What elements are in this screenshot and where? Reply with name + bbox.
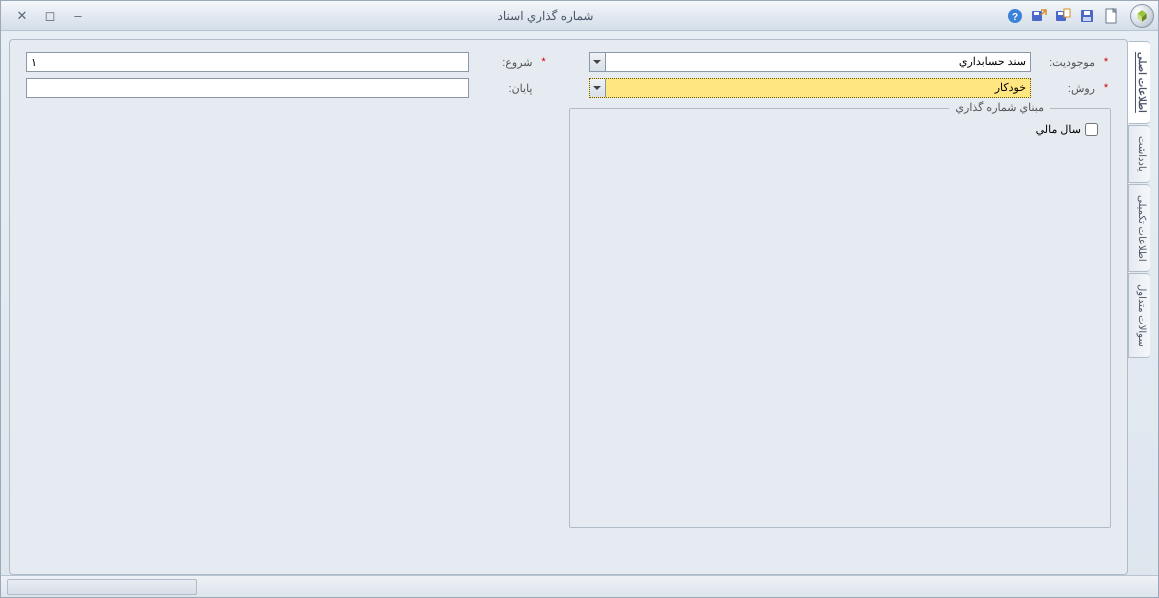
form-col-right: * موجوديت: سند حسابداري * روش: [589,52,1112,98]
end-label: پايان: [475,82,533,95]
svg-text:?: ? [1012,12,1018,23]
statusbar [1,575,1158,597]
entity-dropdown-button[interactable] [590,53,606,71]
row-method: * روش: خودکار [589,78,1112,98]
minimize-button[interactable]: ‒ [69,7,87,25]
close-button[interactable]: ✕ [13,7,31,25]
window-root: ? شماره گذاري اسناد ‒ ◻ ✕ اطلاعات اصلی ی… [0,0,1159,598]
window-title: شماره گذاري اسناد [87,9,1004,23]
side-tabs: اطلاعات اصلی یادداشت اطلاعات تکمیلی سوال… [1128,39,1150,575]
end-input[interactable] [26,78,469,98]
entity-label: موجوديت: [1037,56,1095,69]
content-area: اطلاعات اصلی یادداشت اطلاعات تکمیلی سوال… [1,31,1158,575]
form-col-left: * شروع: * پايان: [26,52,549,98]
start-label: شروع: [475,56,533,69]
save-button[interactable] [1076,5,1098,27]
fieldset-area: مبناي شماره گذاري سال مالي [569,108,1112,528]
row-end: * پايان: [26,78,549,98]
method-label: روش: [1037,82,1095,95]
save-new-button[interactable] [1052,5,1074,27]
fiscal-year-row: سال مالي [582,119,1099,140]
entity-value: سند حسابداري [606,53,1031,71]
fieldset-legend: مبناي شماره گذاري [949,101,1050,114]
save-close-button[interactable] [1028,5,1050,27]
main-panel: * موجوديت: سند حسابداري * روش: [9,39,1128,575]
row-start: * شروع: [26,52,549,72]
tab-faq[interactable]: سوالات متداول [1128,273,1150,358]
tab-notes[interactable]: یادداشت [1128,125,1150,183]
tab-main-info[interactable]: اطلاعات اصلی [1128,41,1150,124]
fiscal-year-checkbox[interactable] [1085,123,1098,136]
method-dropdown-button[interactable] [590,79,606,97]
chevron-down-icon [593,84,601,92]
row-entity: * موجوديت: سند حسابداري [589,52,1112,72]
required-marker: * [539,56,549,68]
numbering-basis-fieldset: مبناي شماره گذاري سال مالي [569,108,1112,528]
toolbar: ? [1004,4,1154,28]
form-grid: * موجوديت: سند حسابداري * روش: [26,52,1111,98]
app-logo [1130,4,1154,28]
method-value: خودکار [606,79,1031,97]
required-marker: * [1101,56,1111,68]
window-controls: ‒ ◻ ✕ [5,7,87,25]
required-marker: * [1101,82,1111,94]
method-combo[interactable]: خودکار [589,78,1032,98]
help-button[interactable]: ? [1004,5,1026,27]
start-input[interactable] [26,52,469,72]
entity-combo[interactable]: سند حسابداري [589,52,1032,72]
status-cell [7,579,197,595]
titlebar: ? شماره گذاري اسناد ‒ ◻ ✕ [1,1,1158,31]
chevron-down-icon [593,58,601,66]
new-button[interactable] [1100,5,1122,27]
fiscal-year-label: سال مالي [1036,123,1081,136]
maximize-button[interactable]: ◻ [41,7,59,25]
tab-additional-info[interactable]: اطلاعات تکمیلی [1128,184,1150,273]
